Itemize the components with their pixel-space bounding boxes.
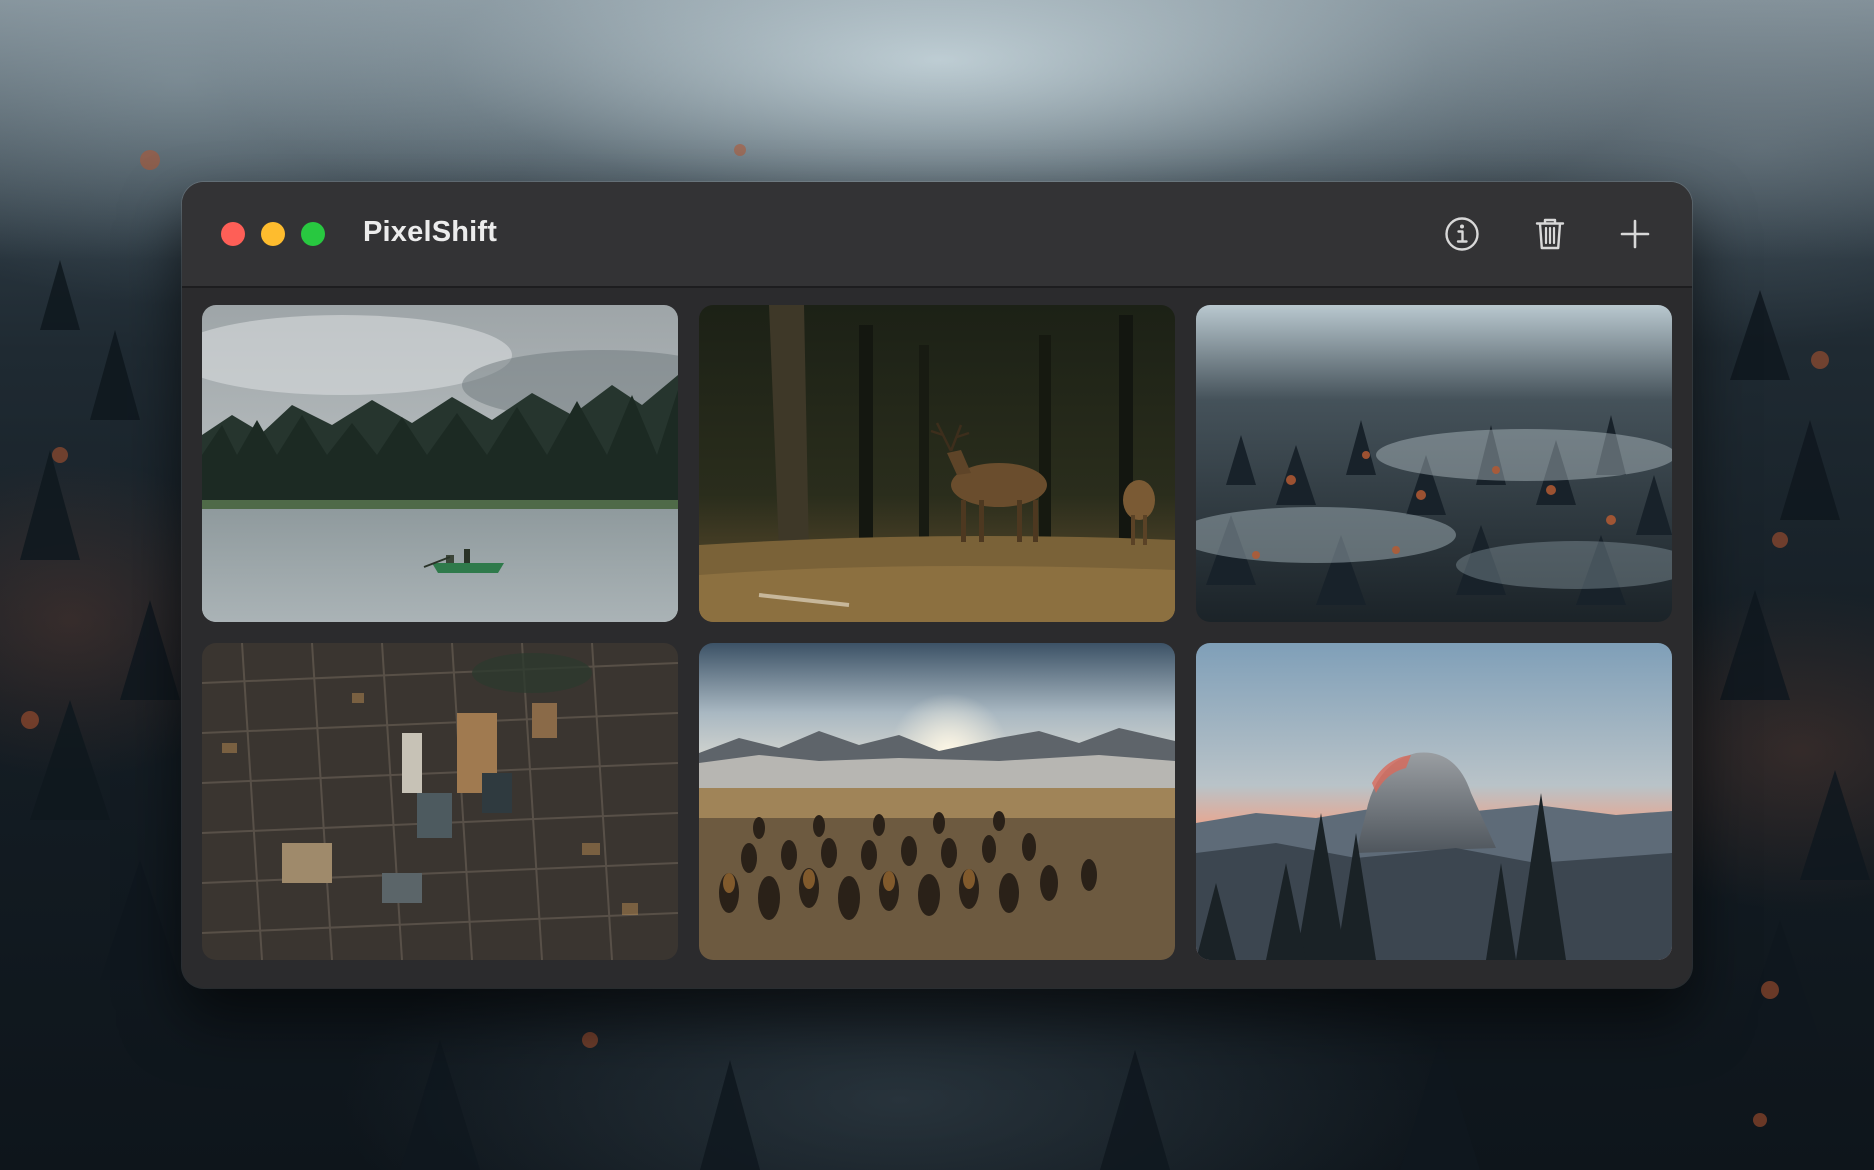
- photo-half-dome-sunset[interactable]: [1196, 643, 1672, 960]
- minimize-button[interactable]: [261, 222, 285, 246]
- desktop-wallpaper: PixelShift: [0, 0, 1874, 1170]
- lake-canoe-image: [202, 305, 678, 622]
- title-bar[interactable]: PixelShift: [182, 182, 1692, 288]
- maximize-button[interactable]: [301, 222, 325, 246]
- photo-forest-deer[interactable]: [699, 305, 1175, 622]
- photo-misty-forest[interactable]: [1196, 305, 1672, 622]
- plus-icon: [1620, 219, 1650, 249]
- add-button[interactable]: [1613, 212, 1657, 256]
- delete-button[interactable]: [1528, 212, 1572, 256]
- forest-deer-image: [699, 305, 1175, 622]
- penguin-colony-image: [699, 643, 1175, 960]
- city-aerial-image: [202, 643, 678, 960]
- photo-city-aerial[interactable]: [202, 643, 678, 960]
- half-dome-image: [1196, 643, 1672, 960]
- photo-penguin-colony[interactable]: [699, 643, 1175, 960]
- trash-icon: [1535, 218, 1565, 250]
- app-window: PixelShift: [182, 182, 1692, 988]
- misty-forest-image: [1196, 305, 1672, 622]
- window-title: PixelShift: [363, 216, 498, 248]
- info-button[interactable]: [1440, 212, 1484, 256]
- photo-lake-canoe[interactable]: [202, 305, 678, 622]
- close-button[interactable]: [221, 222, 245, 246]
- info-icon: [1445, 217, 1479, 251]
- photo-grid: [202, 305, 1672, 967]
